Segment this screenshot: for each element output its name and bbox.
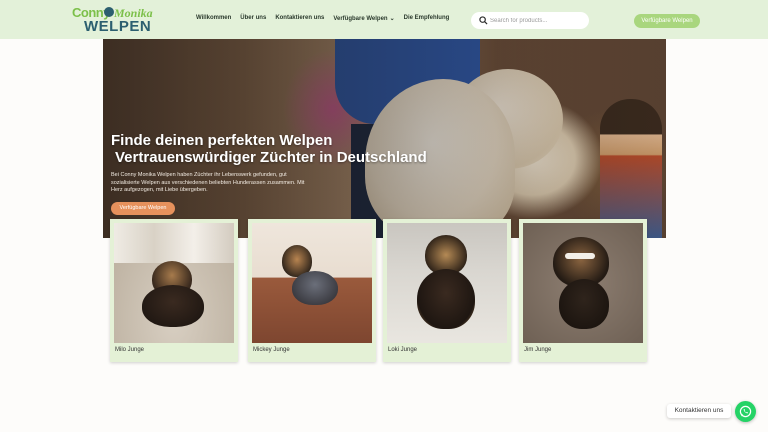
nav-item-ueber-uns[interactable]: Über uns — [240, 15, 266, 22]
hero-banner: Finde deinen perfekten Welpen Vertrauens… — [103, 39, 666, 238]
search-input[interactable] — [490, 14, 582, 27]
puppy-card-jim[interactable]: Jim Junge — [519, 219, 647, 362]
main-nav: Willkommen Über uns Kontaktieren uns Ver… — [196, 15, 449, 22]
puppy-card-mickey[interactable]: Mickey Junge — [248, 219, 376, 362]
puppy-photo — [523, 223, 643, 343]
whatsapp-contact-label[interactable]: Kontaktieren uns — [667, 404, 731, 418]
nav-item-empfehlung[interactable]: Die Empfehlung — [404, 15, 450, 22]
site-logo[interactable]: Conny Monika WELPEN — [70, 5, 153, 35]
nav-item-willkommen[interactable]: Willkommen — [196, 15, 231, 22]
hero-title: Finde deinen perfekten Welpen — [111, 132, 333, 149]
puppy-photo — [252, 223, 372, 343]
site-header: Conny Monika WELPEN Willkommen Über uns … — [0, 0, 768, 39]
chevron-down-icon: ⌄ — [389, 16, 395, 22]
whatsapp-button[interactable] — [735, 401, 756, 422]
nav-item-verfuegbare-welpen-label: Verfügbare Welpen — [333, 16, 388, 22]
puppy-name: Jim Junge — [524, 347, 552, 353]
hero-available-puppies-button[interactable]: Verfügbare Welpen — [111, 202, 175, 215]
nav-item-kontakt[interactable]: Kontaktieren uns — [275, 15, 324, 22]
search-icon[interactable] — [479, 16, 488, 25]
puppy-card-milo[interactable]: Milo Junge — [110, 219, 238, 362]
hero-text: Bei Conny Monika Welpen haben Züchter ih… — [111, 172, 305, 193]
puppy-name: Loki Junge — [388, 347, 418, 353]
puppy-name: Mickey Junge — [253, 347, 290, 353]
puppy-photo — [114, 223, 234, 343]
hero-subtitle: Vertrauenswürdiger Züchter in Deutschlan… — [115, 149, 427, 166]
puppy-name: Milo Junge — [115, 347, 145, 353]
puppy-card-loki[interactable]: Loki Junge — [383, 219, 511, 362]
whatsapp-icon — [739, 405, 752, 418]
paw-icon — [104, 7, 114, 17]
puppy-photo — [387, 223, 507, 343]
search-box — [471, 12, 589, 29]
nav-item-verfuegbare-welpen[interactable]: Verfügbare Welpen ⌄ — [333, 15, 394, 22]
available-puppies-button[interactable]: Verfügbare Welpen — [634, 14, 700, 28]
logo-word-welpen: WELPEN — [84, 18, 152, 35]
